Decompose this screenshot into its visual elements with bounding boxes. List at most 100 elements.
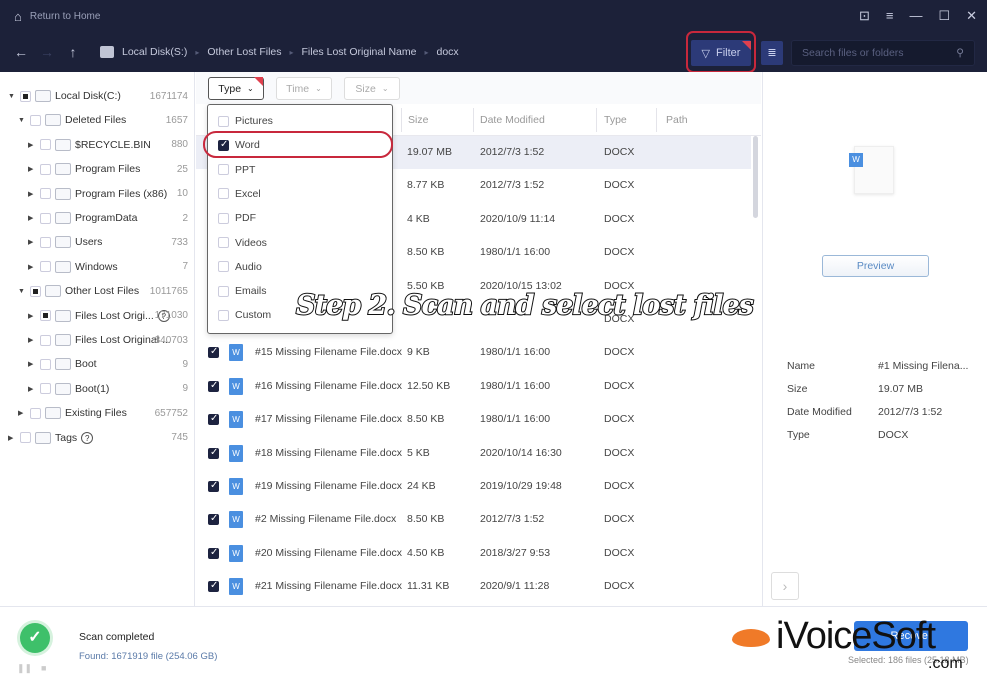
tree-node[interactable]: ▶ $RECYCLE.BIN 880 <box>28 135 188 155</box>
time-filter[interactable]: Time ⌄ <box>276 77 332 100</box>
row-checkbox[interactable] <box>208 547 219 559</box>
close-button[interactable]: ✕ <box>966 8 977 24</box>
expand-right-icon[interactable]: ▶ <box>28 190 36 198</box>
tree-node[interactable]: ▶ Tags? 745 <box>8 428 188 448</box>
search-input[interactable]: Search files or folders ⚲ <box>791 40 975 66</box>
row-checkbox[interactable] <box>208 447 219 459</box>
checkbox[interactable] <box>40 236 51 248</box>
expand-right-icon[interactable]: ▶ <box>28 312 36 320</box>
expand-right-icon[interactable]: ▶ <box>28 360 36 368</box>
column-type[interactable]: Type <box>604 114 627 126</box>
type-option[interactable]: PPT <box>218 160 255 180</box>
type-option[interactable]: Videos <box>218 233 267 253</box>
expand-right-icon[interactable]: ▶ <box>28 165 36 173</box>
tree-node[interactable]: ▶ Files Lost Origi...? 171030 <box>28 306 188 326</box>
breadcrumb-item[interactable]: Files Lost Original Name <box>302 46 417 58</box>
table-row[interactable]: W #20 Missing Filename File.docx 4.50 KB 20… <box>196 537 751 570</box>
type-option[interactable]: PDF <box>218 208 256 228</box>
list-view-button[interactable]: ≣ <box>761 41 783 65</box>
pause-icon[interactable]: ❚❚ <box>17 663 32 674</box>
checkbox[interactable] <box>218 115 229 127</box>
checkbox[interactable] <box>20 432 31 444</box>
tree-node[interactable]: ▶ Files Lost Original ... 840703 <box>28 330 188 350</box>
minimize-button[interactable]: — <box>909 8 922 24</box>
type-option[interactable]: Emails <box>218 281 267 301</box>
table-row[interactable]: W #19 Missing Filename File.docx 24 KB 2019… <box>196 470 751 503</box>
scrollbar[interactable] <box>753 136 758 218</box>
expand-right-icon[interactable]: ▶ <box>28 263 36 271</box>
expand-right-icon[interactable]: ▶ <box>8 434 16 442</box>
expand-right-icon[interactable]: ▶ <box>28 385 36 393</box>
type-option[interactable]: Pictures <box>218 111 273 131</box>
help-icon[interactable]: ? <box>81 431 94 444</box>
row-checkbox[interactable] <box>208 346 219 359</box>
table-row[interactable]: W #17 Missing Filename File.docx 8.50 KB 19… <box>196 403 751 436</box>
expand-right-icon[interactable]: ▶ <box>28 214 36 222</box>
row-checkbox[interactable] <box>208 480 219 492</box>
row-checkbox[interactable] <box>208 413 219 426</box>
table-row[interactable]: W #18 Missing Filename File.docx 5 KB 2020/… <box>196 437 751 470</box>
checkbox[interactable] <box>30 285 41 297</box>
expand-down-icon[interactable]: ▼ <box>18 117 26 124</box>
tree-node[interactable]: ▶ Existing Files 657752 <box>18 403 188 423</box>
type-option[interactable]: Audio <box>218 257 262 277</box>
table-row[interactable]: W #2 Missing Filename File.docx 8.50 KB 201… <box>196 503 751 536</box>
column-path[interactable]: Path <box>666 114 688 126</box>
table-row[interactable]: W #16 Missing Filename File.docx 12.50 KB 1… <box>196 370 751 403</box>
tree-node[interactable]: ▼ Other Lost Files 1011765 <box>18 281 188 301</box>
chevron-right-icon[interactable]: › <box>771 572 799 600</box>
breadcrumb-item[interactable]: Local Disk(S:) <box>122 46 187 58</box>
checkbox[interactable] <box>40 188 51 200</box>
type-option[interactable]: Excel <box>218 184 261 204</box>
expand-right-icon[interactable]: ▶ <box>28 336 36 344</box>
checkbox[interactable] <box>218 237 229 248</box>
tree-node[interactable]: ▶ Program Files 25 <box>28 159 188 179</box>
type-option[interactable]: Custom <box>218 305 271 325</box>
row-checkbox[interactable] <box>208 580 219 593</box>
tree-node[interactable]: ▶ Users 733 <box>28 232 188 252</box>
checkbox[interactable] <box>40 261 51 273</box>
checkbox[interactable] <box>218 309 229 321</box>
checkbox[interactable] <box>40 334 51 346</box>
tree-node[interactable]: ▶ Program Files (x86) 10 <box>28 184 188 204</box>
breadcrumb-item[interactable]: docx <box>437 46 459 58</box>
table-row[interactable]: W #15 Missing Filename File.docx 9 KB 1980/… <box>196 336 751 369</box>
size-filter[interactable]: Size ⌄ <box>344 77 400 100</box>
checkbox[interactable] <box>30 114 41 126</box>
expand-right-icon[interactable]: ▶ <box>28 141 36 149</box>
checkbox[interactable] <box>40 383 51 395</box>
tree-node[interactable]: ▼ Local Disk(C:) 1671174 <box>8 86 188 106</box>
row-checkbox[interactable] <box>208 513 219 526</box>
tree-node[interactable]: ▶ Windows 7 <box>28 257 188 277</box>
feedback-icon[interactable]: ⊡ <box>859 8 870 24</box>
tree-node[interactable]: ▶ Boot(1) 9 <box>28 379 188 399</box>
forward-button[interactable]: → <box>34 44 60 60</box>
column-size[interactable]: Size <box>408 114 428 126</box>
back-button[interactable]: ← <box>8 44 34 60</box>
checkbox[interactable] <box>218 164 229 176</box>
checkbox[interactable] <box>218 212 229 224</box>
tree-node[interactable]: ▶ ProgramData 2 <box>28 208 188 228</box>
up-button[interactable]: ↑ <box>60 44 86 60</box>
expand-down-icon[interactable]: ▼ <box>8 93 16 100</box>
search-icon[interactable]: ⚲ <box>956 41 964 65</box>
checkbox[interactable] <box>218 285 229 297</box>
checkbox[interactable] <box>218 188 229 200</box>
checkbox[interactable] <box>40 358 51 370</box>
expand-right-icon[interactable]: ▶ <box>18 409 26 417</box>
row-checkbox[interactable] <box>208 380 219 392</box>
tree-node[interactable]: ▼ Deleted Files 1657 <box>18 110 188 130</box>
checkbox[interactable] <box>20 90 31 102</box>
stop-icon[interactable]: ■ <box>41 663 46 673</box>
menu-icon[interactable]: ≡ <box>886 8 894 24</box>
tree-node[interactable]: ▶ Boot 9 <box>28 354 188 374</box>
expand-down-icon[interactable]: ▼ <box>18 288 26 295</box>
column-date[interactable]: Date Modified <box>480 114 545 126</box>
return-home-button[interactable]: ⌂ Return to Home <box>14 9 100 24</box>
maximize-button[interactable]: ☐ <box>938 8 950 24</box>
preview-button[interactable]: Preview <box>822 255 929 277</box>
checkbox[interactable] <box>40 163 51 175</box>
expand-right-icon[interactable]: ▶ <box>28 238 36 246</box>
checkbox[interactable] <box>218 261 229 273</box>
table-row[interactable]: W #21 Missing Filename File.docx 11.31 KB 2… <box>196 570 751 603</box>
